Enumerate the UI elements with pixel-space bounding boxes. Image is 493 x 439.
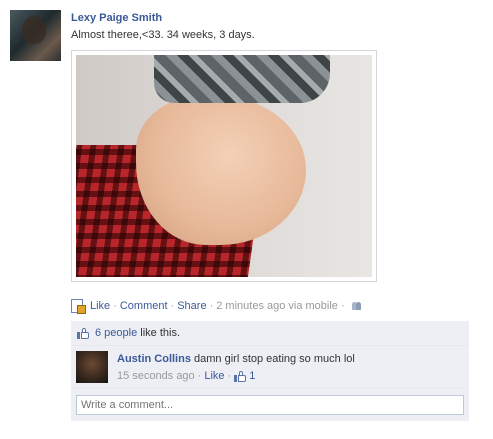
comment-timestamp[interactable]: 15 seconds ago: [117, 370, 195, 382]
separator: ·: [340, 300, 345, 312]
share-link[interactable]: Share: [177, 300, 206, 312]
write-comment-row: [71, 389, 469, 421]
post-photo[interactable]: [71, 50, 377, 282]
photo-shirt: [154, 55, 330, 103]
post-avatar[interactable]: [10, 10, 61, 61]
write-comment-input[interactable]: [76, 395, 464, 415]
comment-text: damn girl stop eating so much lol: [194, 353, 355, 365]
likes-summary: 6 people like this.: [71, 321, 469, 346]
post-actions-bar: Like · Comment · Share · 2 minutes ago v…: [71, 298, 362, 314]
comment-like-link[interactable]: Like: [204, 370, 224, 382]
likes-people-link[interactable]: 6 people: [95, 327, 137, 339]
comment-thumbs-up-icon: [234, 370, 247, 382]
post-status-text: Almost theree,<33. 34 weeks, 3 days.: [71, 29, 255, 41]
photo-belly: [136, 95, 306, 245]
post-timestamp[interactable]: 2 minutes ago via mobile: [216, 300, 338, 312]
mobile-post-icon: [71, 299, 86, 314]
thumbs-up-icon: [77, 327, 89, 339]
comment-link[interactable]: Comment: [120, 300, 168, 312]
separator: ·: [113, 300, 117, 312]
photo-image: [76, 55, 372, 277]
separator: ·: [227, 370, 232, 382]
separator: ·: [209, 300, 214, 312]
comment-like-count[interactable]: 1: [249, 370, 255, 382]
feedback-section: 6 people like this. Austin Collins damn …: [71, 321, 469, 421]
comment-author-link[interactable]: Austin Collins: [117, 353, 191, 365]
post-author-link[interactable]: Lexy Paige Smith: [71, 12, 162, 24]
likes-suffix: like this.: [137, 327, 181, 339]
separator: ·: [170, 300, 175, 312]
like-link[interactable]: Like: [90, 300, 110, 312]
comment-item: Austin Collins damn girl stop eating so …: [71, 346, 469, 389]
comment-meta: 15 seconds ago · Like · 1: [117, 370, 255, 382]
friends-audience-icon[interactable]: [351, 301, 362, 311]
comment-body: Austin Collins damn girl stop eating so …: [117, 353, 355, 365]
comment-avatar[interactable]: [76, 351, 108, 383]
separator: ·: [197, 370, 202, 382]
